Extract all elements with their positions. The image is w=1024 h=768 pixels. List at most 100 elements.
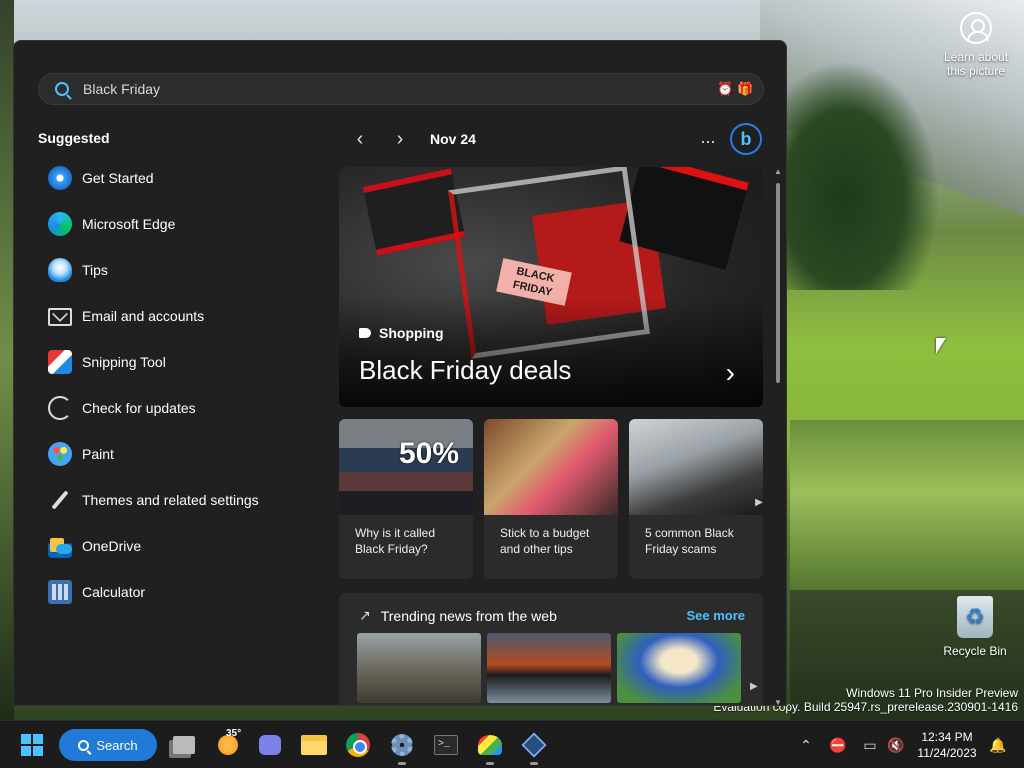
suggested-item-label: Calculator xyxy=(82,584,146,600)
show-hidden-icons-button[interactable]: ⌃ xyxy=(796,729,816,761)
see-more-link[interactable]: See more xyxy=(686,608,745,623)
trending-heading: ↗ Trending news from the web xyxy=(359,607,557,624)
suggested-item-get-started[interactable]: Get Started xyxy=(38,155,328,201)
photos-button[interactable] xyxy=(474,729,506,765)
terminal-icon: >_ xyxy=(434,735,458,755)
chat-icon xyxy=(259,735,281,755)
news-card-image: 50% xyxy=(339,419,473,515)
suggested-item-email-accounts[interactable]: Email and accounts xyxy=(38,293,328,339)
trending-thumbnail[interactable] xyxy=(617,633,741,703)
news-card[interactable]: 5 common Black Friday scams xyxy=(629,419,763,579)
settings-button[interactable] xyxy=(386,729,418,765)
bell-icon: 🔔 xyxy=(989,736,1007,753)
gift-icon: 🎁 xyxy=(737,81,754,96)
task-view-button[interactable] xyxy=(168,729,200,761)
suggested-item-label: Tips xyxy=(82,262,108,278)
mail-icon xyxy=(48,308,72,326)
trending-icon: ↗ xyxy=(359,607,371,623)
clock-time: 12:34 PM xyxy=(921,730,973,744)
hero-title: Black Friday deals xyxy=(359,355,572,385)
clock-date: 11/24/2023 xyxy=(917,746,977,760)
wallpaper-meadow xyxy=(790,420,1024,600)
search-flyout: ⏰ 🎁 Suggested Get Started Microsoft Edge… xyxy=(13,40,787,706)
tips-icon xyxy=(48,258,72,282)
news-card-caption: Why is it called Black Friday? xyxy=(355,526,436,556)
suggested-item-themes[interactable]: Themes and related settings xyxy=(38,477,328,523)
virtualbox-button[interactable] xyxy=(518,729,550,765)
volume-button[interactable]: 🔇 xyxy=(886,729,906,761)
suggested-item-label: Themes and related settings xyxy=(82,492,259,508)
suggested-item-paint[interactable]: Paint xyxy=(38,431,328,477)
hero-shade xyxy=(339,297,763,407)
suggested-item-microsoft-edge[interactable]: Microsoft Edge xyxy=(38,201,328,247)
onedrive-icon xyxy=(48,534,72,558)
calculator-icon xyxy=(48,580,72,604)
news-card-image xyxy=(629,419,763,515)
suggested-item-calculator[interactable]: Calculator xyxy=(38,569,328,615)
display-button[interactable]: ▭ xyxy=(858,729,882,761)
network-button[interactable]: ⛔ xyxy=(826,729,850,761)
suggested-item-snipping-tool[interactable]: Snipping Tool xyxy=(38,339,328,385)
scroll-down-icon[interactable]: ▼ xyxy=(774,698,782,705)
suggested-item-onedrive[interactable]: OneDrive xyxy=(38,523,328,569)
trending-news-panel: ↗ Trending news from the web See more xyxy=(339,593,763,705)
chrome-button[interactable] xyxy=(342,729,374,761)
paint-icon xyxy=(48,442,72,466)
suggested-item-label: Check for updates xyxy=(82,400,196,416)
learn-about-picture-button[interactable]: Learn about this picture xyxy=(940,12,1012,78)
highlights-date: Nov 24 xyxy=(430,131,476,147)
taskbar-search-button[interactable]: Search xyxy=(59,729,157,761)
wallpaper-left-edge xyxy=(0,0,14,720)
terminal-button[interactable]: >_ xyxy=(430,729,462,761)
news-card[interactable]: Stick to a budget and other tips xyxy=(484,419,618,579)
bing-icon[interactable]: b xyxy=(730,123,762,155)
weather-temperature: 35° xyxy=(226,728,242,739)
speaker-muted-icon: 🔇 xyxy=(887,736,905,753)
recycle-bin-label: Recycle Bin xyxy=(943,644,1007,658)
wallpaper-trees xyxy=(780,60,940,290)
suggested-item-check-updates[interactable]: Check for updates xyxy=(38,385,328,431)
chevron-right-icon[interactable]: › xyxy=(726,357,735,389)
learn-about-picture-label: Learn about this picture xyxy=(943,50,1009,78)
camera-person-icon xyxy=(960,12,992,44)
search-box[interactable]: ⏰ 🎁 xyxy=(38,73,764,105)
hero-category-label: Shopping xyxy=(379,325,444,341)
recycle-bin-shortcut[interactable]: Recycle Bin xyxy=(940,596,1010,658)
trending-thumbnails xyxy=(357,633,741,703)
cards-next-arrow-icon[interactable]: ▶ xyxy=(754,487,764,519)
gear-icon xyxy=(391,734,413,756)
file-explorer-button[interactable] xyxy=(298,729,330,761)
display-icon: ▭ xyxy=(863,736,877,753)
taskbar-clock[interactable]: 12:34 PM 11/24/2023 xyxy=(912,729,982,761)
more-options-button[interactable]: ... xyxy=(694,125,722,153)
running-indicator xyxy=(530,762,538,765)
snipping-tool-icon xyxy=(48,350,72,374)
notifications-button[interactable]: 🔔 xyxy=(988,729,1008,761)
start-button[interactable] xyxy=(16,729,48,761)
trending-heading-label: Trending news from the web xyxy=(380,607,557,624)
news-card-caption: 5 common Black Friday scams xyxy=(645,526,734,556)
photos-icon xyxy=(478,735,502,755)
cube-icon xyxy=(521,732,547,758)
hero-card-black-friday[interactable]: BLACK FRIDAY Shopping Black Friday deals… xyxy=(339,167,763,407)
search-icon xyxy=(78,739,90,751)
trending-thumbnail[interactable] xyxy=(357,633,481,703)
trending-next-arrow-icon[interactable]: ▶ xyxy=(750,681,758,692)
highlights-scrollbar[interactable]: ▲ ▼ xyxy=(774,167,782,705)
chat-button[interactable] xyxy=(254,729,286,761)
previous-day-button[interactable]: ‹ xyxy=(344,125,376,153)
search-input[interactable] xyxy=(83,81,717,97)
suggested-list: Get Started Microsoft Edge Tips Email an… xyxy=(38,155,328,615)
scroll-up-icon[interactable]: ▲ xyxy=(774,167,782,176)
scrollbar-thumb[interactable] xyxy=(776,183,780,383)
hero-image-gift-box xyxy=(362,168,466,256)
alarm-clock-icon: ⏰ xyxy=(717,81,734,96)
trending-thumbnail[interactable] xyxy=(487,633,611,703)
next-day-button[interactable]: › xyxy=(384,125,416,153)
hero-category: Shopping xyxy=(359,325,444,341)
tag-icon xyxy=(359,328,371,338)
windows-icon xyxy=(21,734,43,756)
news-card[interactable]: 50% Why is it called Black Friday? xyxy=(339,419,473,579)
task-view-icon xyxy=(173,736,195,754)
suggested-item-tips[interactable]: Tips xyxy=(38,247,328,293)
